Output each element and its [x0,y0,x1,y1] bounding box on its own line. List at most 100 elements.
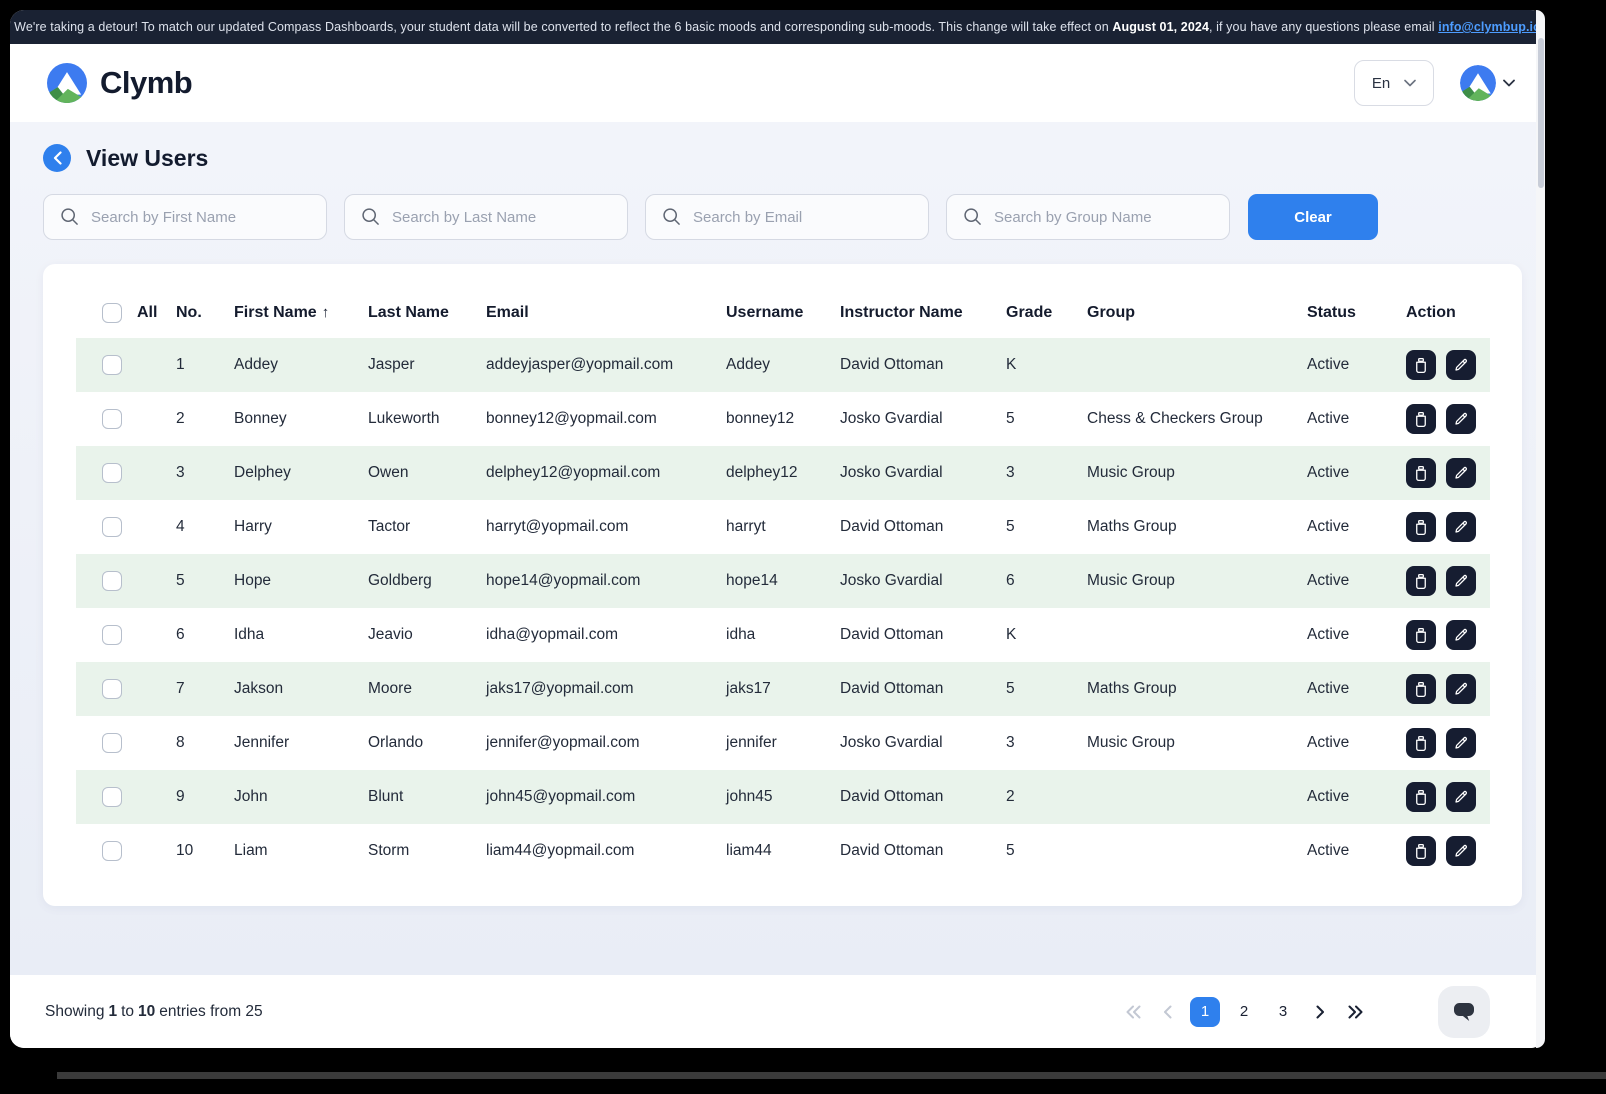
column-first-name[interactable]: First Name↑ [234,304,368,322]
trash-icon [1413,627,1429,644]
last-page-button[interactable] [1342,997,1368,1027]
cell-instructor: Josko Gvardial [840,734,1006,752]
account-menu[interactable] [1460,65,1515,101]
row-checkbox[interactable] [102,841,122,861]
search-last-name-input[interactable] [344,194,628,240]
scrollbar-thumb[interactable] [1538,38,1544,188]
search-first-name-input[interactable] [43,194,327,240]
chevron-down-icon [1503,79,1515,87]
chevron-left-icon [53,151,62,165]
back-button[interactable] [43,144,71,172]
cell-username: john45 [726,788,840,806]
double-chevron-left-icon [1125,1005,1142,1019]
column-grade: Grade [1006,304,1087,322]
trash-icon [1413,411,1429,428]
column-all: All [137,304,157,322]
cell-group: Maths Group [1087,518,1307,536]
banner-email-link[interactable]: info@clymbup.io [1438,20,1541,34]
delete-user-button[interactable] [1406,458,1436,488]
edit-user-button[interactable] [1446,782,1476,812]
edit-user-button[interactable] [1446,836,1476,866]
page-2-button[interactable]: 2 [1229,997,1259,1027]
edit-user-button[interactable] [1446,728,1476,758]
trash-icon [1413,357,1429,374]
trash-icon [1413,843,1429,860]
avatar [1460,65,1496,101]
edit-user-button[interactable] [1446,674,1476,704]
row-checkbox[interactable] [102,679,122,699]
search-last-name-field [344,194,628,240]
app-header: Clymb En [10,44,1545,122]
cell-grade: 5 [1006,842,1087,860]
row-checkbox[interactable] [102,409,122,429]
language-selector[interactable]: En [1354,60,1434,106]
delete-user-button[interactable] [1406,728,1436,758]
cell-group: Music Group [1087,734,1307,752]
clear-button[interactable]: Clear [1248,194,1378,240]
delete-user-button[interactable] [1406,674,1436,704]
search-email-input[interactable] [645,194,929,240]
app-window: We're taking a detour! To match our upda… [10,10,1545,1048]
delete-user-button[interactable] [1406,566,1436,596]
column-status: Status [1307,304,1406,322]
edit-user-button[interactable] [1446,566,1476,596]
cell-email: harryt@yopmail.com [486,518,726,536]
cell-no: 4 [176,518,234,536]
search-group-input[interactable] [946,194,1230,240]
delete-user-button[interactable] [1406,620,1436,650]
row-checkbox[interactable] [102,571,122,591]
delete-user-button[interactable] [1406,782,1436,812]
delete-user-button[interactable] [1406,512,1436,542]
next-page-button[interactable] [1307,997,1333,1027]
cell-no: 9 [176,788,234,806]
cell-email: idha@yopmail.com [486,626,726,644]
delete-user-button[interactable] [1406,836,1436,866]
delete-user-button[interactable] [1406,404,1436,434]
pagination: 1 2 3 [1120,997,1368,1027]
cell-status: Active [1307,518,1406,536]
cell-group: Chess & Checkers Group [1087,410,1307,428]
pencil-icon [1453,735,1469,751]
cell-status: Active [1307,464,1406,482]
cell-first-name: Harry [234,518,368,536]
table-row: 9 John Blunt john45@yopmail.com john45 D… [76,770,1490,824]
cell-last-name: Moore [368,680,486,698]
edit-user-button[interactable] [1446,512,1476,542]
cell-no: 5 [176,572,234,590]
chat-widget-button[interactable] [1438,986,1490,1038]
edit-user-button[interactable] [1446,620,1476,650]
row-checkbox[interactable] [102,733,122,753]
cell-first-name: Jakson [234,680,368,698]
column-email: Email [486,304,726,322]
cell-username: bonney12 [726,410,840,428]
cell-status: Active [1307,734,1406,752]
row-checkbox[interactable] [102,517,122,537]
edit-user-button[interactable] [1446,458,1476,488]
row-checkbox[interactable] [102,625,122,645]
cell-username: liam44 [726,842,840,860]
first-page-button[interactable] [1120,997,1146,1027]
row-checkbox[interactable] [102,463,122,483]
cell-email: john45@yopmail.com [486,788,726,806]
row-checkbox[interactable] [102,787,122,807]
cell-no: 7 [176,680,234,698]
page-3-button[interactable]: 3 [1268,997,1298,1027]
edit-user-button[interactable] [1446,404,1476,434]
vertical-scrollbar[interactable] [1536,10,1545,1048]
select-all-checkbox[interactable] [102,303,122,323]
row-checkbox[interactable] [102,355,122,375]
cell-instructor: David Ottoman [840,626,1006,644]
edit-user-button[interactable] [1446,350,1476,380]
delete-user-button[interactable] [1406,350,1436,380]
column-instructor: Instructor Name [840,304,1006,322]
entries-summary: Showing 1 to 10 entries from 25 [45,1003,263,1021]
cell-grade: 6 [1006,572,1087,590]
double-chevron-right-icon [1347,1005,1364,1019]
clymb-logo-icon [47,63,87,103]
cell-username: harryt [726,518,840,536]
cell-status: Active [1307,626,1406,644]
pencil-icon [1453,789,1469,805]
pencil-icon [1453,843,1469,859]
page-1-button[interactable]: 1 [1190,997,1220,1027]
previous-page-button[interactable] [1155,997,1181,1027]
